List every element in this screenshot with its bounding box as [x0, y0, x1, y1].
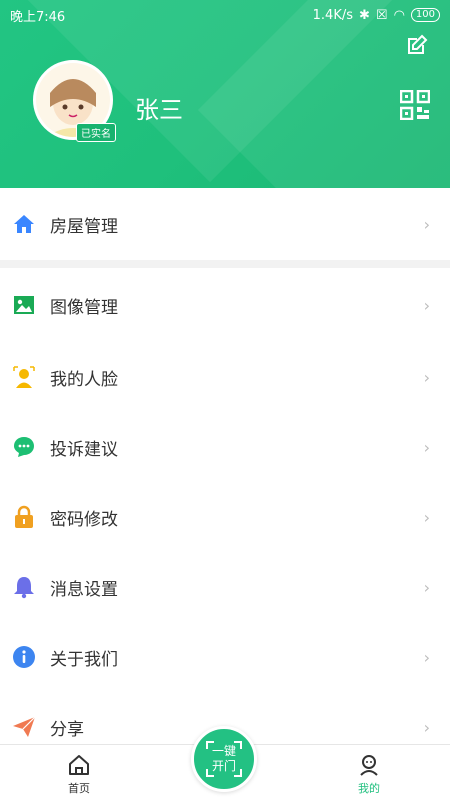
battery-icon: 100	[410, 8, 440, 22]
tab-mine[interactable]: 我的	[329, 745, 409, 802]
scan-frame-icon	[206, 741, 242, 777]
menu-item-message-settings[interactable]: 消息设置 ›	[0, 552, 450, 622]
profile-header: 晚上7:46 1.4K/s ✱ ☒ ◠ 100 已实名 张三	[0, 0, 450, 188]
image-icon	[12, 293, 36, 317]
menu-item-label: 我的人脸	[50, 369, 118, 390]
menu-item-label: 关于我们	[50, 649, 118, 670]
sim-icon: ☒	[375, 7, 388, 23]
edit-icon[interactable]	[404, 34, 428, 58]
menu-item-my-face[interactable]: 我的人脸 ›	[0, 342, 450, 412]
share-icon	[12, 715, 36, 739]
tab-home[interactable]: 首页	[39, 745, 119, 802]
chevron-right-icon: ›	[423, 214, 430, 234]
status-bar: 晚上7:46 1.4K/s ✱ ☒ ◠ 100	[0, 0, 450, 30]
qr-code-icon[interactable]	[400, 90, 430, 120]
user-name: 张三	[135, 96, 183, 124]
network-speed: 1.4K/s	[312, 7, 353, 23]
menu-item-label: 房屋管理	[50, 216, 118, 237]
face-icon	[12, 365, 36, 389]
menu-item-complaints[interactable]: 投诉建议 ›	[0, 412, 450, 482]
user-outline-icon	[360, 754, 378, 776]
home-icon	[12, 212, 36, 236]
chevron-right-icon: ›	[423, 717, 430, 737]
menu-item-house-management[interactable]: 房屋管理 ›	[0, 188, 450, 260]
menu-item-label: 密码修改	[50, 509, 118, 530]
chevron-right-icon: ›	[423, 647, 430, 667]
tab-mine-label: 我的	[358, 781, 380, 795]
chevron-right-icon: ›	[423, 507, 430, 527]
tab-home-label: 首页	[68, 781, 90, 795]
info-icon	[12, 645, 36, 669]
menu-item-about-us[interactable]: 关于我们 ›	[0, 622, 450, 692]
verified-badge: 已实名	[76, 123, 116, 142]
menu-item-label: 图像管理	[50, 297, 118, 318]
menu-list: 图像管理 › 我的人脸 › 投诉建议 › 密码修改 › 消息设置 › 关于我们	[0, 268, 450, 744]
menu-item-image-management[interactable]: 图像管理 ›	[0, 270, 450, 340]
chevron-right-icon: ›	[423, 295, 430, 315]
menu-item-label: 消息设置	[50, 579, 118, 600]
status-time: 晚上7:46	[10, 9, 66, 25]
chevron-right-icon: ›	[423, 367, 430, 387]
menu-item-label: 投诉建议	[50, 439, 118, 460]
home-outline-icon	[69, 754, 89, 775]
chevron-right-icon: ›	[423, 577, 430, 597]
menu-section-house: 房屋管理 ›	[0, 188, 450, 260]
menu-item-change-password[interactable]: 密码修改 ›	[0, 482, 450, 552]
menu-item-label: 分享	[50, 719, 84, 740]
bell-icon	[12, 575, 36, 599]
wifi-icon: ◠	[393, 7, 405, 23]
chat-icon	[12, 435, 36, 459]
chevron-right-icon: ›	[423, 437, 430, 457]
one-tap-open-door-button[interactable]: 一键 开门	[191, 726, 257, 792]
lock-icon	[12, 505, 36, 529]
bluetooth-icon: ✱	[359, 7, 370, 23]
